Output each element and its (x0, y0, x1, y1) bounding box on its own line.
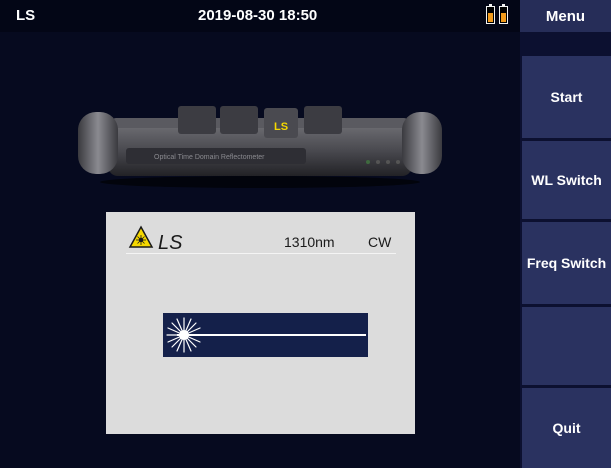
laser-beam-display (163, 313, 368, 357)
freq-switch-button[interactable]: Freq Switch (522, 222, 611, 304)
device-illustration: Optical Time Domain Reflectometer LS (70, 104, 450, 188)
laser-source-panel: LS 1310nm CW (106, 212, 415, 434)
mode-value: CW (368, 234, 392, 250)
status-bar: LS 2019-08-30 18:50 (0, 0, 520, 32)
device-badge: LS (274, 121, 288, 133)
quit-button[interactable]: Quit (522, 388, 611, 468)
source-label: LS (158, 232, 183, 254)
side-menu: Menu Start WL Switch Freq Switch Quit (520, 0, 611, 468)
wavelength-value: 1310nm (284, 234, 335, 250)
device-subtitle: Optical Time Domain Reflectometer (154, 154, 265, 161)
battery-icon (486, 4, 495, 24)
menu-header: Menu (520, 0, 611, 32)
panel-divider (126, 253, 396, 254)
beam-line (177, 334, 366, 336)
battery-icon (499, 4, 508, 24)
app-title: LS (16, 7, 36, 24)
laser-warning-icon (128, 225, 154, 248)
datetime: 2019-08-30 18:50 (198, 7, 318, 24)
empty-menu-button[interactable] (522, 307, 611, 385)
wl-switch-button[interactable]: WL Switch (522, 141, 611, 219)
laser-emission-icon (166, 317, 202, 353)
start-button[interactable]: Start (522, 56, 611, 138)
